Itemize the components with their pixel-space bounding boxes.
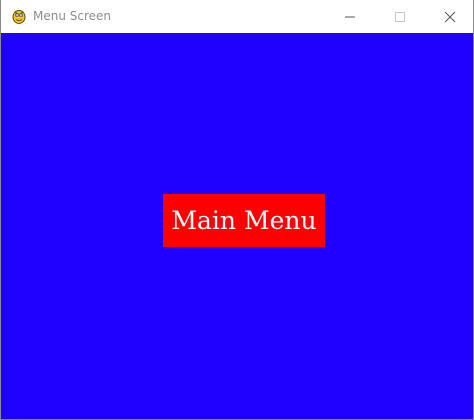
- title-bar[interactable]: Menu Screen: [1, 0, 473, 33]
- game-canvas: Main Menu: [1, 33, 473, 419]
- main-menu-button[interactable]: Main Menu: [163, 194, 325, 247]
- close-icon: [444, 11, 456, 22]
- window-title: Menu Screen: [33, 9, 112, 23]
- maximize-icon: [395, 11, 405, 22]
- pygame-snake-icon: [11, 8, 27, 24]
- maximize-button[interactable]: [377, 0, 423, 33]
- app-window: Menu Screen Main Menu: [0, 0, 474, 420]
- close-button[interactable]: [427, 0, 473, 33]
- minimize-icon: [345, 16, 355, 17]
- minimize-button[interactable]: [327, 0, 373, 33]
